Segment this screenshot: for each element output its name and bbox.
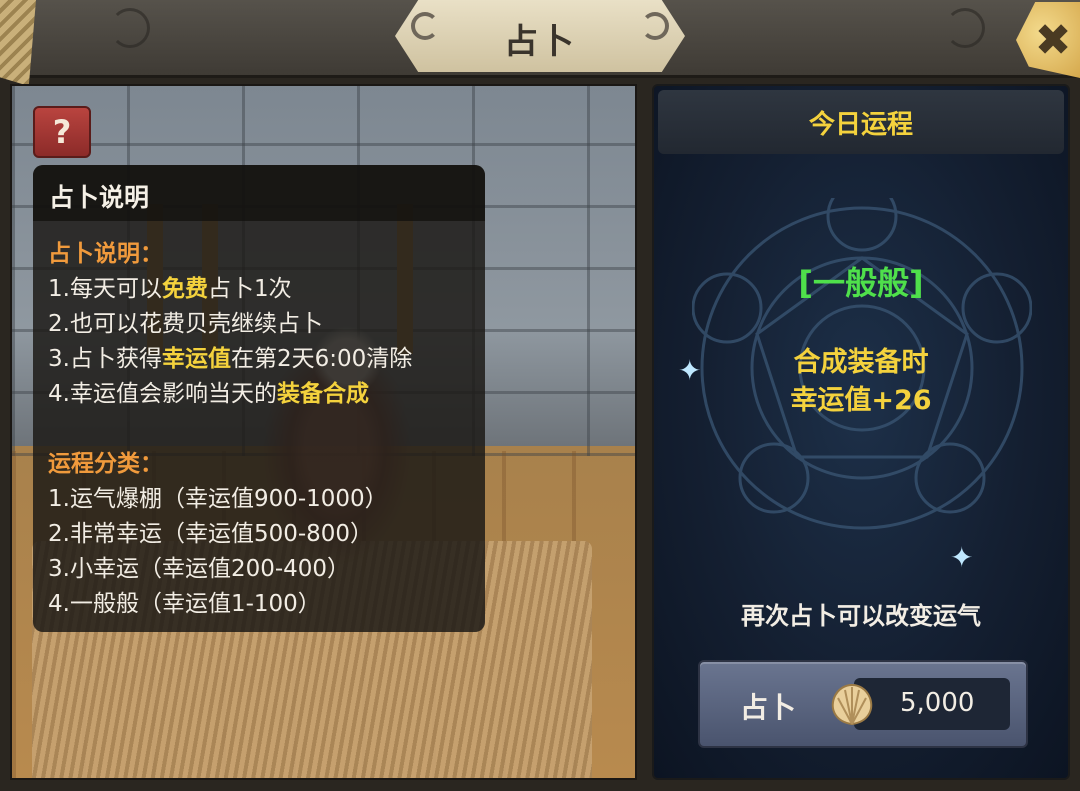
sparkle-icon: ✦ bbox=[950, 541, 974, 574]
fortune-effect: 合成装备时 幸运值+26 bbox=[654, 344, 1068, 420]
info-title: 占卜说明 bbox=[33, 165, 485, 221]
shell-icon bbox=[831, 683, 873, 726]
fortune-type-item: 2.非常幸运（幸运值500-800） bbox=[48, 521, 374, 547]
help-button[interactable]: ? bbox=[33, 106, 91, 158]
page-title: 占卜 bbox=[504, 22, 576, 62]
retry-hint: 再次占卜可以改变运气 bbox=[741, 602, 981, 630]
fortune-type-item: 1.运气爆棚（幸运值900-1000） bbox=[48, 486, 388, 512]
cloud-ornament-icon bbox=[945, 8, 985, 48]
types-heading: 运程分类： bbox=[48, 451, 163, 477]
info-body: 占卜说明： 1.每天可以免费占卜1次 2.也可以花费贝壳继续占卜 3.占卜获得幸… bbox=[48, 237, 478, 622]
close-icon: ✖ bbox=[1034, 14, 1072, 66]
rule-item: 4.幸运值会影响当天的装备合成 bbox=[48, 381, 369, 407]
rule-item: 2.也可以花费贝壳继续占卜 bbox=[48, 311, 323, 337]
rule-item: 1.每天可以免费占卜1次 bbox=[48, 276, 292, 302]
divination-info-panel: 占卜说明 占卜说明： 1.每天可以免费占卜1次 2.也可以花费贝壳继续占卜 3.… bbox=[33, 165, 485, 632]
fortune-type-item: 4.一般般（幸运值1-100） bbox=[48, 591, 321, 617]
fortune-result: [一般般] bbox=[798, 264, 924, 302]
rule-item: 3.占卜获得幸运值在第2天6:00清除 bbox=[48, 346, 413, 372]
panel-title: 今日运程 bbox=[658, 90, 1064, 154]
todays-fortune-panel: 今日运程 ✦ ✦ [一般般] 合成装备时 幸运值+26 再次占卜可以改变运气 占… bbox=[652, 84, 1070, 780]
question-icon: ? bbox=[52, 113, 72, 151]
cloud-ornament-icon bbox=[110, 8, 150, 48]
effect-line: 幸运值+26 bbox=[790, 385, 932, 416]
rules-heading: 占卜说明： bbox=[48, 241, 163, 267]
fortune-type-item: 3.小幸运（幸运值200-400） bbox=[48, 556, 351, 582]
cost-value: 5,000 bbox=[900, 688, 975, 718]
effect-line: 合成装备时 bbox=[793, 347, 929, 378]
divine-button-label: 占卜 bbox=[740, 691, 797, 724]
divine-button[interactable]: 占卜 5,000 bbox=[698, 660, 1028, 748]
